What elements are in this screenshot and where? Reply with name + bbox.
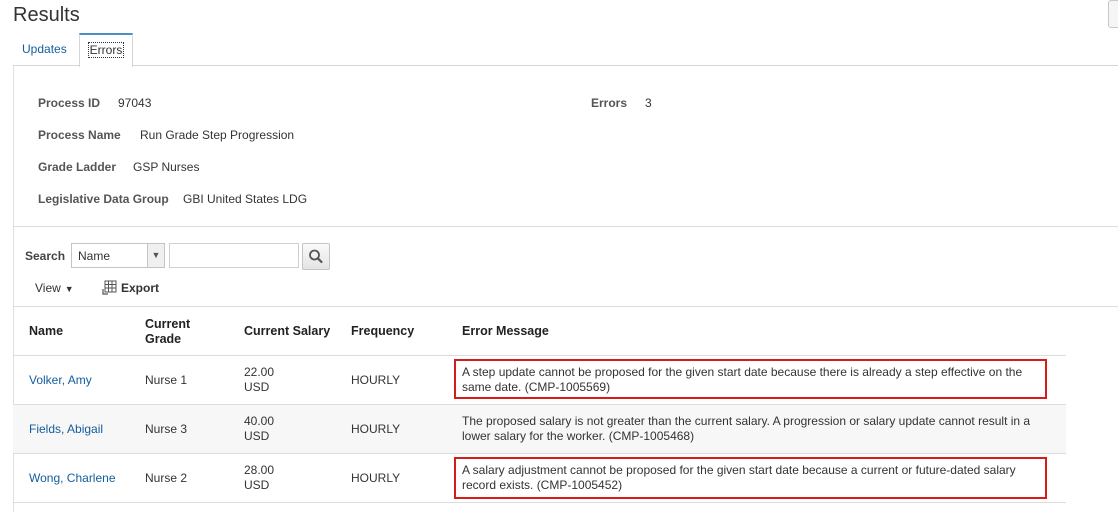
search-input[interactable] <box>169 243 299 268</box>
salary-currency: USD <box>244 429 270 443</box>
tab-errors-label: Errors <box>87 42 125 58</box>
tab-updates[interactable]: Updates <box>22 34 67 65</box>
process-id-label: Process ID <box>38 96 101 110</box>
export-button[interactable]: Export <box>102 280 159 295</box>
grade-cell: Nurse 3 <box>145 422 188 436</box>
salary-cell: 28.00 USD <box>244 463 274 493</box>
column-header-error-message[interactable]: Error Message <box>462 324 549 339</box>
column-header-salary[interactable]: Current Salary <box>244 324 330 339</box>
window-corner-button[interactable] <box>1108 0 1118 28</box>
export-label: Export <box>121 281 160 295</box>
errors-count-value: 3 <box>645 96 652 110</box>
tab-bar: Updates Errors <box>13 33 1118 67</box>
view-menu[interactable]: View ▼ <box>35 281 74 295</box>
search-button[interactable] <box>302 243 330 270</box>
column-header-grade-line2: Grade <box>145 332 182 346</box>
salary-cell: 40.00 USD <box>244 414 274 444</box>
error-message-cell: The proposed salary is not greater than … <box>462 414 1030 444</box>
view-menu-label: View <box>35 281 61 295</box>
column-header-frequency[interactable]: Frequency <box>351 324 414 339</box>
worker-name-link[interactable]: Fields, Abigail <box>29 422 103 437</box>
table-row[interactable]: Fields, Abigail Nurse 3 40.00 USD HOURLY… <box>13 404 1066 453</box>
ldg-label: Legislative Data Group <box>38 192 169 206</box>
salary-amount: 40.00 <box>244 414 275 428</box>
salary-amount: 28.00 <box>244 463 275 477</box>
errors-count-label: Errors <box>591 96 628 110</box>
frequency-cell: HOURLY <box>351 422 401 436</box>
search-field-select[interactable]: Name ▼ <box>71 243 165 268</box>
frequency-cell: HOURLY <box>351 373 401 387</box>
grade-ladder-value: GSP Nurses <box>133 160 200 174</box>
search-label: Search <box>25 249 66 263</box>
worker-name-link[interactable]: Volker, Amy <box>29 373 92 388</box>
process-name-value: Run Grade Step Progression <box>140 128 295 142</box>
grade-cell: Nurse 1 <box>145 373 188 387</box>
salary-amount: 22.00 <box>244 365 275 379</box>
column-header-name[interactable]: Name <box>29 324 63 339</box>
search-field-value: Name <box>78 249 111 263</box>
error-message-line: The proposed salary is not greater than … <box>462 414 1031 428</box>
export-table-icon <box>102 280 117 295</box>
grade-cell: Nurse 2 <box>145 471 188 485</box>
salary-currency: USD <box>244 478 270 492</box>
process-name-label: Process Name <box>38 128 121 142</box>
worker-name-link[interactable]: Wong, Charlene <box>29 471 116 486</box>
chevron-down-icon: ▼ <box>147 244 164 267</box>
salary-cell: 22.00 USD <box>244 365 274 395</box>
grade-ladder-label: Grade Ladder <box>38 160 117 174</box>
frequency-cell: HOURLY <box>351 471 401 485</box>
column-header-grade-line1: Current <box>145 317 191 331</box>
error-highlight-box <box>454 457 1047 499</box>
ldg-value: GBI United States LDG <box>183 192 308 206</box>
divider <box>13 306 1118 307</box>
column-header-grade[interactable]: Current Grade <box>145 317 190 347</box>
error-highlight-box <box>454 359 1047 399</box>
process-id-value: 97043 <box>118 96 152 110</box>
error-message-line: lower salary for the worker. (CMP-100546… <box>462 429 695 443</box>
caret-down-icon: ▼ <box>64 284 74 294</box>
page-title: Results <box>13 4 80 26</box>
magnifier-icon <box>309 249 323 264</box>
salary-currency: USD <box>244 380 270 394</box>
divider <box>13 226 1118 227</box>
tab-errors[interactable]: Errors <box>79 33 133 67</box>
